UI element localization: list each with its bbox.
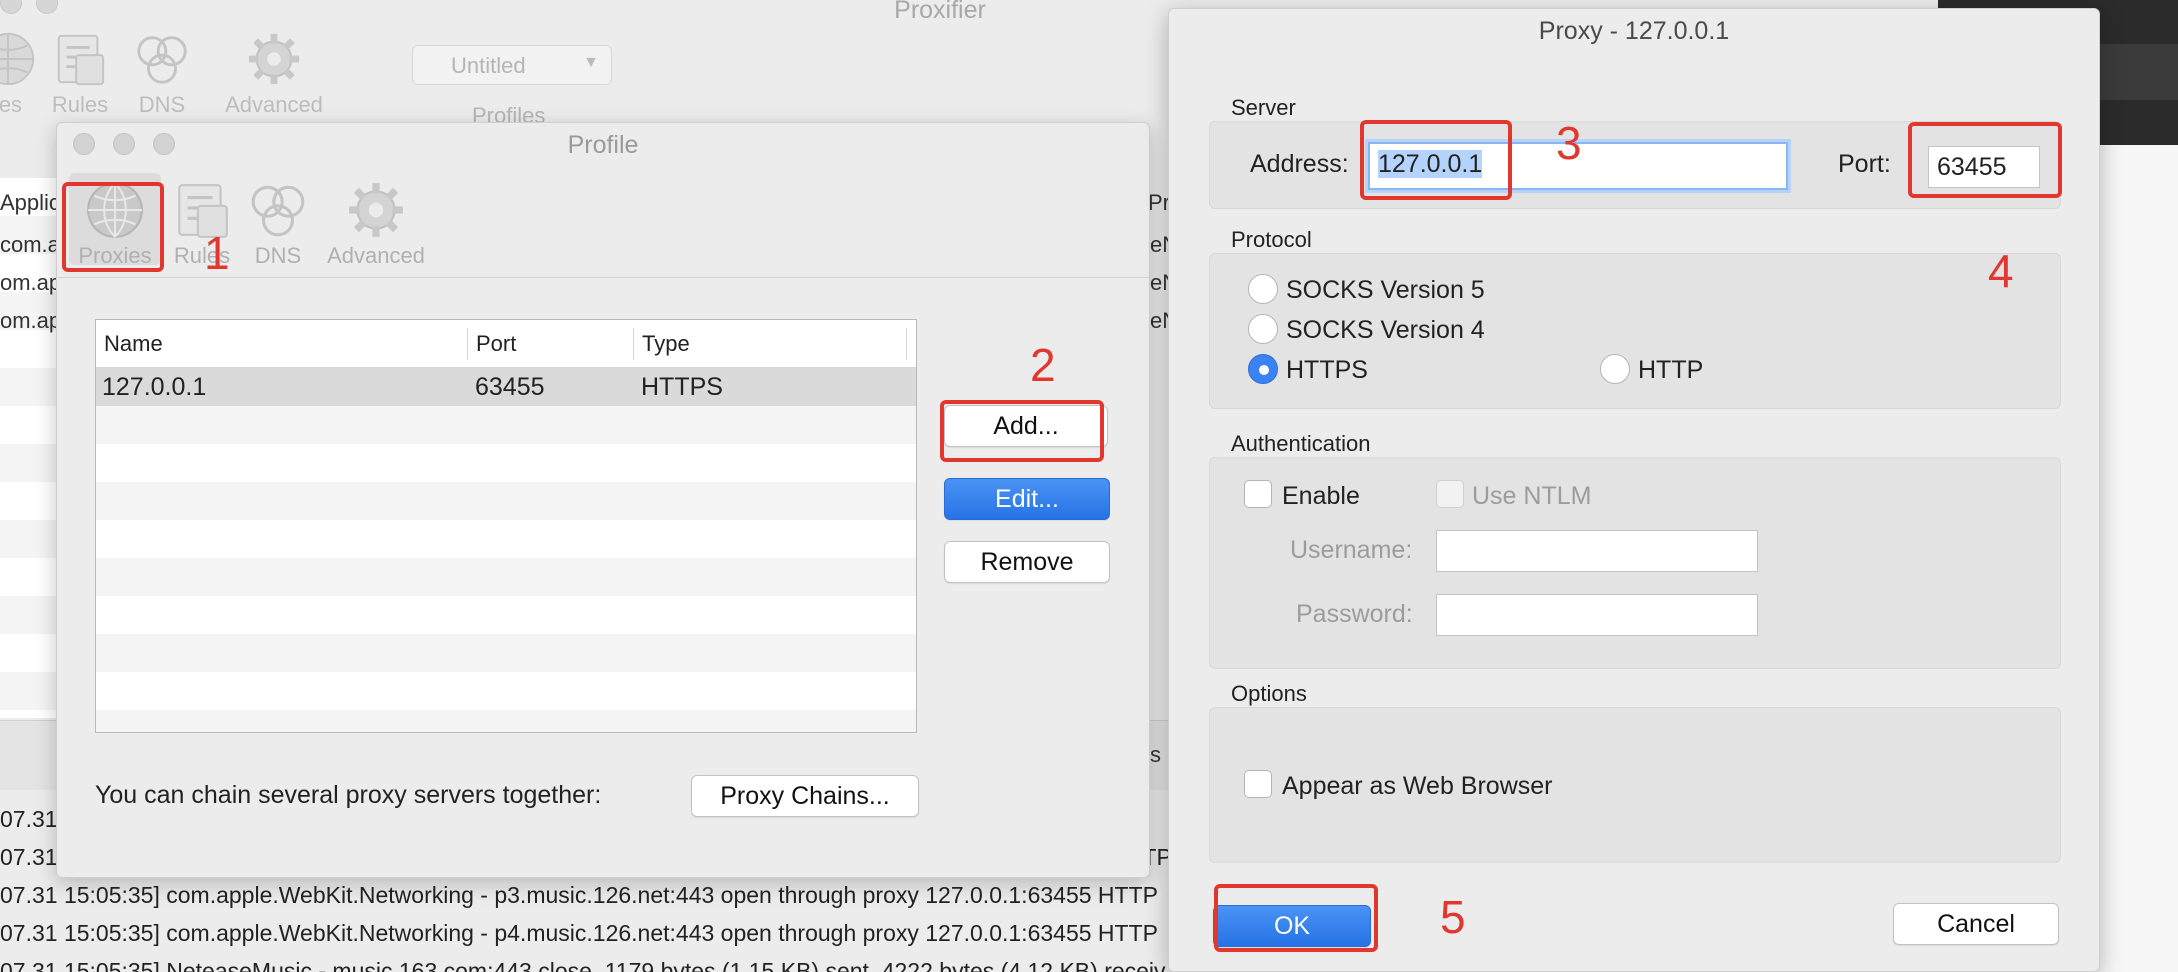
list-item[interactable]: om.ap [0,308,61,334]
bg-toolbar-label: DNS [138,92,186,117]
socks5-radio[interactable] [1248,274,1278,304]
annotation-number-4: 4 [1988,245,2014,297]
annotation-number-3: 3 [1556,117,1582,169]
log-line: 07.31 15:05:35] NeteaseMusic - music.163… [0,958,1166,972]
annotation-box-4 [1908,122,2062,198]
password-label: Password: [1296,600,1413,628]
options-group: Appear as Web Browser [1209,707,2061,863]
proxy-chain-hint: You can chain several proxy servers toge… [95,781,602,809]
enable-checkbox[interactable] [1244,480,1272,508]
right-window-edge [2088,145,2178,972]
tab-label: Advanced [327,243,425,268]
ntlm-checkbox[interactable] [1436,480,1464,508]
protocol-section-label: Protocol [1231,227,1312,252]
authentication-section-label: Authentication [1231,431,1371,456]
annotation-number-5: 5 [1440,891,1466,943]
username-field[interactable] [1436,530,1758,572]
list-item[interactable]: com.ap [0,232,72,258]
bg-toolbar-dns[interactable]: DNS [132,30,192,118]
annotation-box-3 [1360,120,1512,200]
proxy-table: Name Port Type 127.0.0.1 63455 HTTPS [95,319,917,733]
list-item[interactable]: om.ap [0,270,61,296]
dns-icon [137,36,187,84]
table-row[interactable]: 127.0.0.1 63455 HTTPS [96,368,916,406]
server-section-label: Server [1231,95,1296,120]
column-header-port[interactable]: Port [476,331,516,357]
log-line: 07.31 15:05:35] com.apple.WebKit.Network… [0,882,1158,908]
cancel-button[interactable]: Cancel [1893,903,2059,945]
gear-icon [349,183,403,237]
annotation-number-1: 1 [204,227,230,279]
bg-toolbar-label: Advanced [225,92,323,117]
https-label[interactable]: HTTPS [1286,356,1368,385]
list-item-right: eN [1150,270,1179,295]
cell-port: 63455 [475,373,545,401]
table-body: 127.0.0.1 63455 HTTPS [96,368,916,732]
bg-toolbar-label: ies [0,92,23,117]
https-radio[interactable] [1248,354,1278,384]
options-section-label: Options [1231,681,1307,706]
proxy-dialog-title: Proxy - 127.0.0.1 [1538,17,1730,45]
profile-dialog-title: Profile [567,131,639,159]
password-field[interactable] [1436,594,1758,636]
profile-select-value: Untitled [451,53,526,78]
gear-icon [248,33,300,85]
protocol-group: SOCKS Version 5 SOCKS Version 4 HTTPS HT… [1209,253,2061,409]
bg-toolbar-advanced[interactable]: Advanced [224,30,324,118]
cell-type: HTTPS [641,373,723,401]
username-label: Username: [1290,536,1413,564]
table-header: Name Port Type [96,320,916,368]
cell-name: 127.0.0.1 [102,373,207,401]
socks5-label[interactable]: SOCKS Version 5 [1286,276,1485,305]
column-header-application[interactable]: Applic [0,190,60,216]
chevron-down-icon: ▼ [583,54,599,71]
status-fragment: s [1150,742,1161,767]
column-header-name[interactable]: Name [104,331,163,357]
tab-advanced[interactable]: Advanced [321,173,431,269]
rules-icon [57,34,105,86]
ntlm-label: Use NTLM [1472,482,1592,510]
authentication-group: Enable Use NTLM Username: Password: [1209,457,2061,669]
enable-label[interactable]: Enable [1282,482,1360,511]
web-browser-label[interactable]: Appear as Web Browser [1282,772,1553,801]
connections-list [0,178,60,718]
tab-label: DNS [254,243,302,268]
web-browser-checkbox[interactable] [1244,770,1272,798]
annotation-box-5 [1214,884,1378,952]
annotation-box-2 [940,400,1104,462]
remove-button[interactable]: Remove [944,541,1110,583]
log-line: 07.31 15:05:35] com.apple.WebKit.Network… [0,920,1158,946]
annotation-number-2: 2 [1030,339,1056,391]
bg-toolbar-rules[interactable]: Rules [50,30,110,118]
proxy-chains-button[interactable]: Proxy Chains... [691,775,919,817]
socks4-radio[interactable] [1248,314,1278,344]
profile-select[interactable]: Untitled ▼ [412,45,612,85]
socks4-label[interactable]: SOCKS Version 4 [1286,316,1485,345]
edit-button[interactable]: Edit... [944,478,1110,520]
globe-icon [0,32,35,86]
bg-toolbar-proxies[interactable]: ies [0,30,38,118]
port-label: Port: [1838,150,1891,178]
annotation-box-1 [62,182,164,272]
dns-icon [251,185,305,237]
list-item-right: eN [1150,232,1179,257]
list-item-right: eN [1150,308,1179,333]
address-label: Address: [1250,150,1349,178]
tab-dns[interactable]: DNS [243,173,313,269]
http-radio[interactable] [1600,354,1630,384]
http-label[interactable]: HTTP [1638,356,1703,385]
column-header-type[interactable]: Type [642,331,690,357]
bg-toolbar-label: Rules [51,92,109,117]
